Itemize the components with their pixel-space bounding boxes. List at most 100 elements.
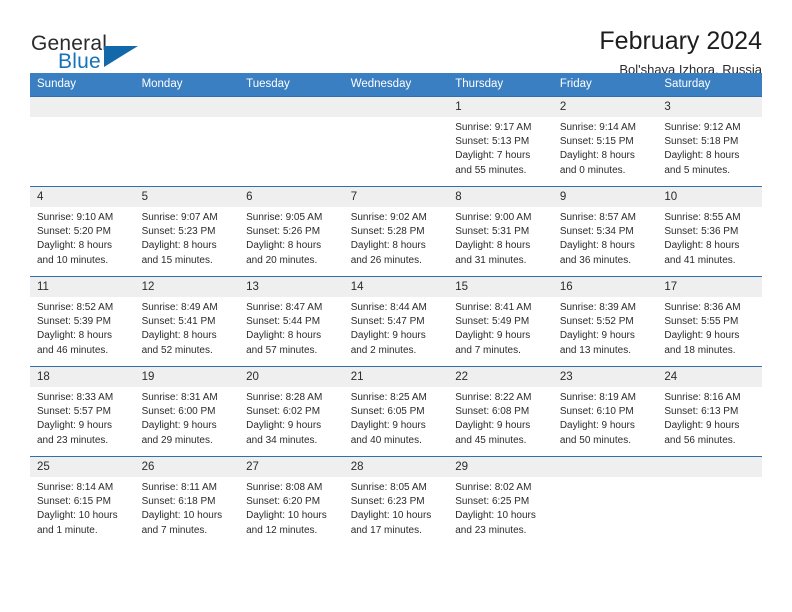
sunset-text: Sunset: 5:23 PM <box>141 226 216 238</box>
day-number: 24 <box>657 367 762 387</box>
day-cell[interactable]: 24 Sunrise: 8:16 AM Sunset: 6:13 PM Dayligh… <box>657 366 762 457</box>
daylight-text-line2: and 55 minutes. <box>455 164 527 176</box>
day-cell[interactable] <box>134 96 240 187</box>
day-details: Sunrise: 8:02 AM Sunset: 6:25 PM Daylight:… <box>448 477 553 538</box>
day-cell[interactable]: 21 Sunrise: 8:25 AM Sunset: 6:05 PM Dayligh… <box>343 366 449 457</box>
sunset-text: Sunset: 5:15 PM <box>559 136 634 148</box>
sunrise-text: Sunrise: 8:49 AM <box>141 302 218 313</box>
day-details: Sunrise: 8:49 AM Sunset: 5:41 PM Daylight:… <box>135 297 240 358</box>
day-details <box>239 117 344 121</box>
sunrise-text: Sunrise: 8:02 AM <box>455 482 532 493</box>
day-cell[interactable]: 20 Sunrise: 8:28 AM Sunset: 6:02 PM Dayligh… <box>239 366 344 457</box>
day-cell[interactable]: 9 Sunrise: 8:57 AM Sunset: 5:34 PM Daylight… <box>552 186 658 277</box>
day-details: Sunrise: 9:07 AM Sunset: 5:23 PM Daylight:… <box>135 207 240 268</box>
day-details <box>553 477 658 481</box>
day-cell[interactable]: 13 Sunrise: 8:47 AM Sunset: 5:44 PM Dayligh… <box>239 276 344 367</box>
day-cell[interactable]: 29 Sunrise: 8:02 AM Sunset: 6:25 PM Dayligh… <box>448 456 553 547</box>
daylight-text-line2: and 7 minutes. <box>455 344 521 356</box>
day-details: Sunrise: 8:08 AM Sunset: 6:20 PM Daylight:… <box>239 477 344 538</box>
sunset-text: Sunset: 5:28 PM <box>350 226 425 238</box>
general-blue-logo[interactable]: General Blue <box>31 33 138 72</box>
sunrise-text: Sunrise: 8:28 AM <box>246 392 323 403</box>
sunrise-text: Sunrise: 8:22 AM <box>455 392 532 403</box>
day-cell[interactable]: 8 Sunrise: 9:00 AM Sunset: 5:31 PM Daylight… <box>448 186 553 277</box>
day-cell[interactable]: 28 Sunrise: 8:05 AM Sunset: 6:23 PM Dayligh… <box>343 456 449 547</box>
day-number: 19 <box>134 367 240 387</box>
daylight-text-line2: and 2 minutes. <box>350 344 417 356</box>
day-details <box>135 117 240 121</box>
day-cell[interactable]: 16 Sunrise: 8:39 AM Sunset: 5:52 PM Dayligh… <box>552 276 658 367</box>
sunset-text: Sunset: 5:26 PM <box>246 226 321 238</box>
daylight-text-line2: and 23 minutes. <box>37 434 109 446</box>
day-details: Sunrise: 8:41 AM Sunset: 5:49 PM Daylight:… <box>448 297 553 358</box>
sunset-text: Sunset: 5:31 PM <box>455 226 530 238</box>
weekday-row: Sunday Monday Tuesday Wednesday Thursday… <box>30 73 762 97</box>
sunrise-text: Sunrise: 8:36 AM <box>664 302 741 313</box>
daylight-text-line2: and 0 minutes. <box>559 164 626 176</box>
daylight-text-line1: Daylight: 10 hours <box>141 510 223 522</box>
daylight-text-line2: and 31 minutes. <box>455 254 527 266</box>
daylight-text-line2: and 56 minutes. <box>664 434 736 446</box>
sunset-text: Sunset: 5:36 PM <box>664 226 739 238</box>
day-cell[interactable]: 17 Sunrise: 8:36 AM Sunset: 5:55 PM Dayligh… <box>657 276 762 367</box>
daylight-text-line1: Daylight: 8 hours <box>664 240 740 252</box>
sunset-text: Sunset: 5:13 PM <box>455 136 530 148</box>
week-row: 4 Sunrise: 9:10 AM Sunset: 5:20 PM Daylight… <box>30 186 762 277</box>
day-cell[interactable]: 26 Sunrise: 8:11 AM Sunset: 6:18 PM Dayligh… <box>134 456 240 547</box>
week-row: 25 Sunrise: 8:14 AM Sunset: 6:15 PM Dayligh… <box>30 456 762 547</box>
day-cell[interactable]: 2 Sunrise: 9:14 AM Sunset: 5:15 PM Daylight… <box>552 96 658 187</box>
daylight-text-line2: and 12 minutes. <box>246 524 318 536</box>
day-details <box>344 117 449 121</box>
day-cell[interactable]: 6 Sunrise: 9:05 AM Sunset: 5:26 PM Daylight… <box>239 186 344 277</box>
calendar-grid: Sunday Monday Tuesday Wednesday Thursday… <box>30 73 762 547</box>
daylight-text-line1: Daylight: 10 hours <box>455 510 536 522</box>
daylight-text-line1: Daylight: 9 hours <box>350 330 426 342</box>
day-cell[interactable]: 11 Sunrise: 8:52 AM Sunset: 5:39 PM Dayligh… <box>30 276 135 367</box>
sunrise-text: Sunrise: 8:33 AM <box>37 392 114 403</box>
daylight-text-line1: Daylight: 8 hours <box>141 240 217 252</box>
day-number: 16 <box>552 277 658 297</box>
day-cell[interactable]: 12 Sunrise: 8:49 AM Sunset: 5:41 PM Dayligh… <box>134 276 240 367</box>
sunset-text: Sunset: 6:13 PM <box>664 406 739 418</box>
sunrise-text: Sunrise: 8:52 AM <box>37 302 114 313</box>
day-details: Sunrise: 8:22 AM Sunset: 6:08 PM Daylight:… <box>448 387 553 448</box>
daylight-text-line1: Daylight: 9 hours <box>141 420 217 432</box>
day-cell[interactable]: 1 Sunrise: 9:17 AM Sunset: 5:13 PM Daylight… <box>448 96 553 187</box>
day-details: Sunrise: 8:33 AM Sunset: 5:57 PM Daylight:… <box>30 387 135 448</box>
day-cell[interactable]: 10 Sunrise: 8:55 AM Sunset: 5:36 PM Dayligh… <box>657 186 762 277</box>
daylight-text-line1: Daylight: 8 hours <box>246 330 322 342</box>
sunrise-text: Sunrise: 8:19 AM <box>559 392 636 403</box>
day-cell[interactable]: 25 Sunrise: 8:14 AM Sunset: 6:15 PM Dayligh… <box>30 456 135 547</box>
day-cell[interactable]: 15 Sunrise: 8:41 AM Sunset: 5:49 PM Dayligh… <box>448 276 553 367</box>
day-number: 2 <box>552 97 658 117</box>
sunset-text: Sunset: 6:10 PM <box>559 406 634 418</box>
day-cell[interactable] <box>657 456 762 547</box>
day-cell[interactable]: 19 Sunrise: 8:31 AM Sunset: 6:00 PM Dayligh… <box>134 366 240 457</box>
sunrise-text: Sunrise: 8:41 AM <box>455 302 532 313</box>
day-details: Sunrise: 8:44 AM Sunset: 5:47 PM Daylight:… <box>344 297 449 358</box>
day-number <box>343 97 449 117</box>
sunset-text: Sunset: 6:08 PM <box>455 406 530 418</box>
day-cell[interactable]: 22 Sunrise: 8:22 AM Sunset: 6:08 PM Dayligh… <box>448 366 553 457</box>
weekday-monday: Monday <box>141 78 183 90</box>
day-cell[interactable]: 3 Sunrise: 9:12 AM Sunset: 5:18 PM Daylight… <box>657 96 762 187</box>
day-cell[interactable]: 5 Sunrise: 9:07 AM Sunset: 5:23 PM Daylight… <box>134 186 240 277</box>
sunrise-text: Sunrise: 8:14 AM <box>37 482 114 493</box>
day-cell[interactable]: 4 Sunrise: 9:10 AM Sunset: 5:20 PM Daylight… <box>30 186 135 277</box>
day-cell[interactable]: 18 Sunrise: 8:33 AM Sunset: 5:57 PM Dayligh… <box>30 366 135 457</box>
day-cell[interactable] <box>552 456 658 547</box>
day-cell[interactable] <box>239 96 344 187</box>
day-cell[interactable] <box>30 96 135 187</box>
day-cell[interactable]: 23 Sunrise: 8:19 AM Sunset: 6:10 PM Dayligh… <box>552 366 658 457</box>
day-cell[interactable]: 7 Sunrise: 9:02 AM Sunset: 5:28 PM Daylight… <box>343 186 449 277</box>
day-cell[interactable]: 14 Sunrise: 8:44 AM Sunset: 5:47 PM Dayligh… <box>343 276 449 367</box>
day-cell[interactable]: 27 Sunrise: 8:08 AM Sunset: 6:20 PM Dayligh… <box>239 456 344 547</box>
sunset-text: Sunset: 6:15 PM <box>37 496 111 508</box>
day-cell[interactable] <box>343 96 449 187</box>
daylight-text-line2: and 7 minutes. <box>141 524 208 536</box>
day-number: 10 <box>657 187 762 207</box>
day-number: 26 <box>134 457 240 477</box>
daylight-text-line2: and 18 minutes. <box>664 344 736 356</box>
daylight-text-line2: and 1 minute. <box>37 524 98 536</box>
sunset-text: Sunset: 5:18 PM <box>664 136 739 148</box>
